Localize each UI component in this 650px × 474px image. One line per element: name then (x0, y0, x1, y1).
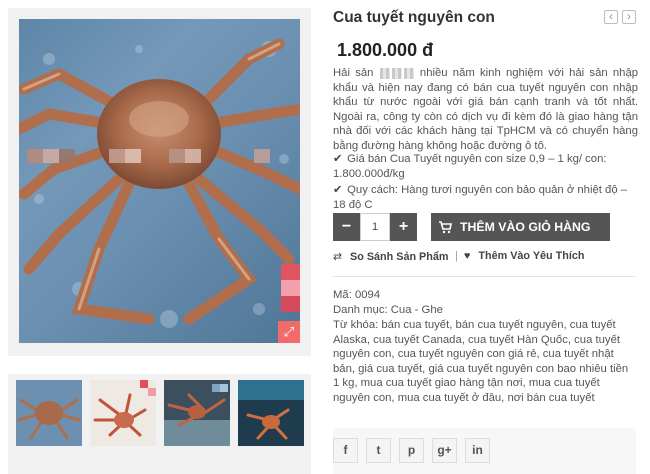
product-image-frame: ⤢ (8, 8, 311, 356)
thumbnail-1[interactable] (16, 380, 82, 446)
thumbnail-image (164, 380, 230, 446)
redacted-text (379, 67, 390, 79)
product-category: Danh mục: Cua - Ghe (333, 304, 443, 316)
check-icon: ✔ (333, 184, 343, 196)
thumbnail-image (238, 380, 304, 446)
compare-label: So Sánh Sản Phẩm (350, 251, 449, 263)
decrease-quantity-button[interactable]: − (333, 213, 360, 241)
quantity-input[interactable]: 1 (360, 213, 390, 241)
thumbnail-2[interactable] (90, 380, 156, 446)
redacted-text (403, 67, 414, 79)
actions-separator: | (455, 250, 458, 262)
zoom-expand-icon[interactable]: ⤢ (278, 321, 300, 343)
bullet-text: Giá bán Cua Tuyết nguyên con size 0,9 – … (333, 153, 607, 180)
divider (333, 276, 636, 277)
description-lead: Hải sản (333, 67, 374, 79)
product-main-image[interactable]: ⤢ (19, 19, 300, 343)
prev-product-chevron-left-icon[interactable]: ‹ (604, 10, 618, 24)
thumbnail-4[interactable] (238, 380, 304, 446)
add-to-cart-label: THÊM VÀO GIỎ HÀNG (460, 220, 591, 234)
product-keywords: Từ khóa: bán cua tuyết, bán cua tuyết ng… (333, 319, 629, 404)
description-body: nhiều năm kinh nghiệm với hải sản nhập k… (333, 67, 639, 152)
crab-photo (19, 38, 300, 328)
product-title: Cua tuyết nguyên con (333, 9, 495, 26)
thumbnail-image (90, 380, 156, 446)
thumbnail-3[interactable] (164, 380, 230, 446)
add-to-cart-button[interactable]: THÊM VÀO GIỎ HÀNG (431, 213, 610, 241)
bullet-text: Quy cách: Hàng tươi nguyên con bảo quản … (333, 184, 628, 211)
twitter-share-icon[interactable]: t (366, 438, 391, 463)
google-plus-share-icon[interactable]: g+ (432, 438, 457, 463)
next-product-chevron-right-icon[interactable]: › (622, 10, 636, 24)
increase-quantity-button[interactable]: + (390, 213, 417, 241)
redacted-text (391, 67, 402, 79)
thumbnail-strip (8, 374, 311, 474)
compare-link[interactable]: ⇄ So Sánh Sản Phẩm (333, 250, 448, 263)
retweet-icon: ⇄ (333, 251, 343, 263)
product-sku: Mã: 0094 (333, 289, 381, 301)
pinterest-share-icon[interactable]: p (399, 438, 424, 463)
wishlist-label: Thêm Vào Yêu Thích (478, 250, 585, 262)
check-icon: ✔ (333, 153, 343, 165)
heart-icon: ♥ (464, 250, 471, 262)
thumbnail-image (16, 380, 82, 446)
bullet-price: ✔ Giá bán Cua Tuyết nguyên con size 0,9 … (333, 152, 638, 181)
cart-icon (438, 214, 452, 244)
linkedin-share-icon[interactable]: in (465, 438, 490, 463)
product-description: Hải sản nhiều năm kinh nghiệm với hải sả… (333, 66, 638, 154)
wishlist-link[interactable]: ♥ Thêm Vào Yêu Thích (464, 250, 584, 262)
bullet-spec: ✔ Quy cách: Hàng tươi nguyên con bảo quả… (333, 183, 638, 212)
product-price: 1.800.000 đ (337, 40, 434, 60)
facebook-share-icon[interactable]: f (333, 438, 358, 463)
